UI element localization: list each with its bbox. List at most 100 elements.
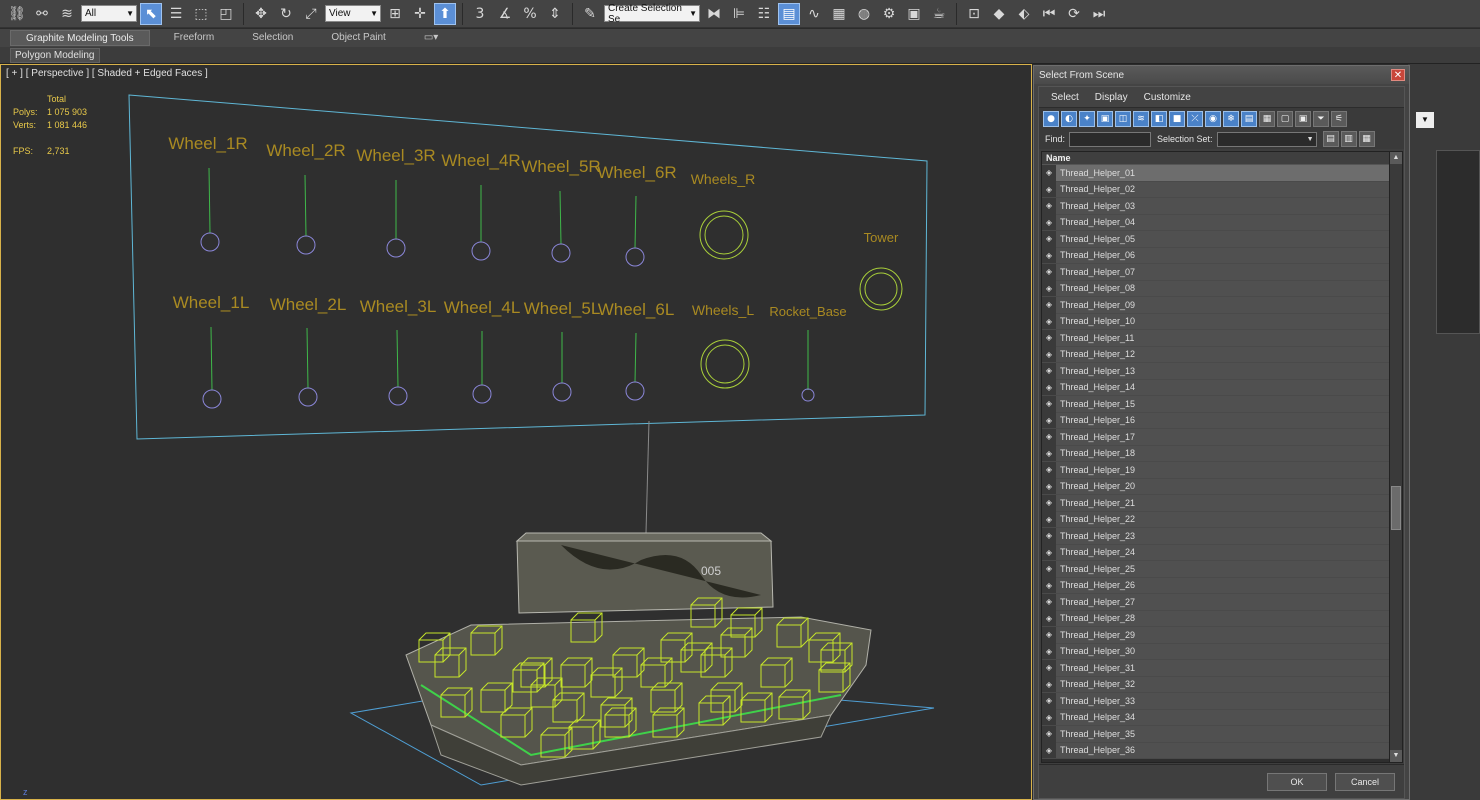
select-all-icon[interactable]: ▦ bbox=[1259, 110, 1275, 127]
list-item[interactable]: ◈ Thread_Helper_26 bbox=[1042, 577, 1390, 594]
control-wheel-4l[interactable]: Wheel_4L bbox=[444, 298, 521, 404]
control-knob[interactable] bbox=[625, 247, 645, 267]
list-item[interactable]: ◈ Thread_Helper_18 bbox=[1042, 445, 1390, 462]
control-wheel-5l[interactable]: Wheel_5L bbox=[524, 299, 601, 402]
containers-filter-icon[interactable]: ◉ bbox=[1205, 110, 1221, 127]
list-item[interactable]: ◈ Thread_Helper_28 bbox=[1042, 610, 1390, 627]
pivot-icon[interactable]: ⊞ bbox=[384, 3, 406, 25]
filter-options-icon[interactable]: ⚟ bbox=[1331, 110, 1347, 127]
unlink-icon[interactable]: ⚯ bbox=[31, 3, 53, 25]
mirror-icon[interactable]: ⧓ bbox=[703, 3, 725, 25]
control-knob[interactable] bbox=[202, 389, 222, 409]
control-knob[interactable] bbox=[551, 243, 571, 263]
list-item[interactable]: ◈ Thread_Helper_15 bbox=[1042, 395, 1390, 413]
list-item[interactable]: ◈ Thread_Helper_09 bbox=[1042, 296, 1390, 314]
percent-snap-icon[interactable]: % bbox=[519, 3, 541, 25]
list-item[interactable]: ◈ Thread_Helper_32 bbox=[1042, 676, 1390, 693]
menu-customize[interactable]: Customize bbox=[1144, 92, 1191, 103]
control-wheel-2l[interactable]: Wheel_2L bbox=[270, 295, 347, 407]
list-item[interactable]: ◈ Thread_Helper_10 bbox=[1042, 313, 1390, 330]
link-icon[interactable]: ⛓ bbox=[6, 3, 28, 25]
scroll-up-icon[interactable]: ▲ bbox=[1390, 152, 1402, 164]
control-wheels-l[interactable]: Wheels_L bbox=[692, 302, 754, 389]
angle-snap-icon[interactable]: ∡ bbox=[494, 3, 516, 25]
list-item[interactable]: ◈ Thread_Helper_02 bbox=[1042, 181, 1390, 198]
list-item[interactable]: ◈ Thread_Helper_16 bbox=[1042, 412, 1390, 429]
list-item[interactable]: ◈ Thread_Helper_03 bbox=[1042, 197, 1390, 215]
align-icon[interactable]: ⊫ bbox=[728, 3, 750, 25]
menu-select[interactable]: Select bbox=[1051, 92, 1079, 103]
container-icon[interactable]: ⊡ bbox=[963, 3, 985, 25]
control-knob[interactable] bbox=[200, 232, 220, 252]
list-item[interactable]: ◈ Thread_Helper_23 bbox=[1042, 527, 1390, 545]
rendered-frame-icon[interactable]: ▣ bbox=[903, 3, 925, 25]
create-set-icon[interactable]: ▤ bbox=[1322, 131, 1339, 147]
control-wheel-6r[interactable]: Wheel_6R bbox=[597, 163, 677, 267]
bones-filter-icon[interactable]: ⤫ bbox=[1187, 110, 1203, 127]
control-wheel-3r[interactable]: Wheel_3R bbox=[356, 146, 436, 258]
control-wheel-2r[interactable]: Wheel_2R bbox=[266, 141, 346, 255]
ribbon-options-icon[interactable]: ▭▾ bbox=[410, 30, 452, 46]
control-rocket-base[interactable]: Rocket_Base bbox=[769, 304, 847, 402]
geometry-filter-icon[interactable]: ● bbox=[1043, 110, 1059, 127]
move-icon[interactable]: ✥ bbox=[250, 3, 272, 25]
list-item[interactable]: ◈ Thread_Helper_20 bbox=[1042, 478, 1390, 495]
control-knob[interactable] bbox=[386, 238, 406, 258]
control-wheel-1l[interactable]: Wheel_1L bbox=[173, 293, 250, 409]
tab-selection[interactable]: Selection bbox=[238, 30, 307, 46]
remove-from-set-icon[interactable]: ▦ bbox=[1358, 131, 1375, 147]
groups-filter-icon[interactable]: ◧ bbox=[1151, 110, 1167, 127]
list-item[interactable]: ◈ Thread_Helper_08 bbox=[1042, 280, 1390, 297]
control-wheel-5r[interactable]: Wheel_5R bbox=[521, 157, 601, 263]
find-input[interactable] bbox=[1069, 131, 1152, 147]
list-item[interactable]: ◈ Thread_Helper_01 bbox=[1042, 165, 1390, 182]
select-none-icon[interactable]: ▢ bbox=[1277, 110, 1293, 127]
control-knob[interactable] bbox=[296, 235, 316, 255]
polygon-modeling-panel[interactable]: Polygon Modeling bbox=[10, 47, 100, 63]
scale-icon[interactable]: ⤢ bbox=[300, 3, 322, 25]
shapes-filter-icon[interactable]: ◐ bbox=[1061, 110, 1077, 127]
list-item[interactable]: ◈ Thread_Helper_13 bbox=[1042, 362, 1390, 380]
rect-region-icon[interactable]: ⬚ bbox=[190, 3, 212, 25]
ok-button[interactable]: OK bbox=[1267, 773, 1327, 791]
key-end-icon[interactable]: ⏭ bbox=[1088, 3, 1110, 25]
render-setup-icon[interactable]: ⚙ bbox=[878, 3, 900, 25]
paint-icon[interactable]: ⬖ bbox=[1013, 3, 1035, 25]
xrefs-filter-icon[interactable]: ■ bbox=[1169, 110, 1185, 127]
named-selection-set-dropdown[interactable]: Create Selection Se ▼ bbox=[604, 3, 700, 25]
hidden-filter-icon[interactable]: ▤ bbox=[1241, 110, 1257, 127]
control-knob[interactable] bbox=[552, 382, 572, 402]
control-knob[interactable] bbox=[625, 381, 645, 401]
list-item[interactable]: ◈ Thread_Helper_14 bbox=[1042, 379, 1390, 396]
select-invert-icon[interactable]: ▣ bbox=[1295, 110, 1311, 127]
close-icon[interactable]: ✕ bbox=[1391, 69, 1405, 81]
selection-set-dropdown[interactable]: ▼ bbox=[1216, 131, 1317, 147]
column-header-name[interactable]: Name bbox=[1042, 152, 1390, 165]
control-knob[interactable] bbox=[388, 386, 408, 406]
scene-canvas[interactable]: Wheel_1R Wheel_2R Wheel_3R Wheel_4R Wheel_5R… bbox=[1, 65, 1031, 799]
perspective-viewport[interactable]: [ + ] [ Perspective ] [ Shaded + Edged F… bbox=[0, 64, 1032, 800]
list-item[interactable]: ◈ Thread_Helper_35 bbox=[1042, 725, 1390, 743]
render-icon[interactable]: ☕ bbox=[928, 3, 950, 25]
list-item[interactable]: ◈ Thread_Helper_07 bbox=[1042, 263, 1390, 281]
add-to-set-icon[interactable]: ▥ bbox=[1340, 131, 1357, 147]
list-item[interactable]: ◈ Thread_Helper_22 bbox=[1042, 511, 1390, 528]
control-wheel-6l[interactable]: Wheel_6L bbox=[598, 300, 675, 401]
helpers-filter-icon[interactable]: ◫ bbox=[1115, 110, 1131, 127]
spinner-snap-icon[interactable]: ⇕ bbox=[544, 3, 566, 25]
tab-object-paint[interactable]: Object Paint bbox=[317, 30, 399, 46]
list-item[interactable]: ◈ Thread_Helper_34 bbox=[1042, 709, 1390, 726]
select-manipulate-icon[interactable]: ✛ bbox=[409, 3, 431, 25]
list-item[interactable]: ◈ Thread_Helper_25 bbox=[1042, 560, 1390, 578]
list-item[interactable]: ◈ Thread_Helper_31 bbox=[1042, 659, 1390, 677]
dialog-titlebar[interactable]: Select From Scene ✕ bbox=[1034, 66, 1409, 84]
list-scrollbar[interactable]: ▲ ▼ bbox=[1389, 152, 1402, 762]
snap-toggle-icon[interactable]: 3 bbox=[469, 3, 491, 25]
edit-named-sets-icon[interactable]: ✎ bbox=[579, 3, 601, 25]
material-editor-icon[interactable]: ◍ bbox=[853, 3, 875, 25]
tab-freeform[interactable]: Freeform bbox=[160, 30, 229, 46]
graphite-toggle-icon[interactable]: ▤ bbox=[778, 2, 800, 25]
cameras-filter-icon[interactable]: ▣ bbox=[1097, 110, 1113, 127]
menu-display[interactable]: Display bbox=[1095, 92, 1128, 103]
vehicle-model[interactable]: 005 bbox=[405, 532, 872, 786]
